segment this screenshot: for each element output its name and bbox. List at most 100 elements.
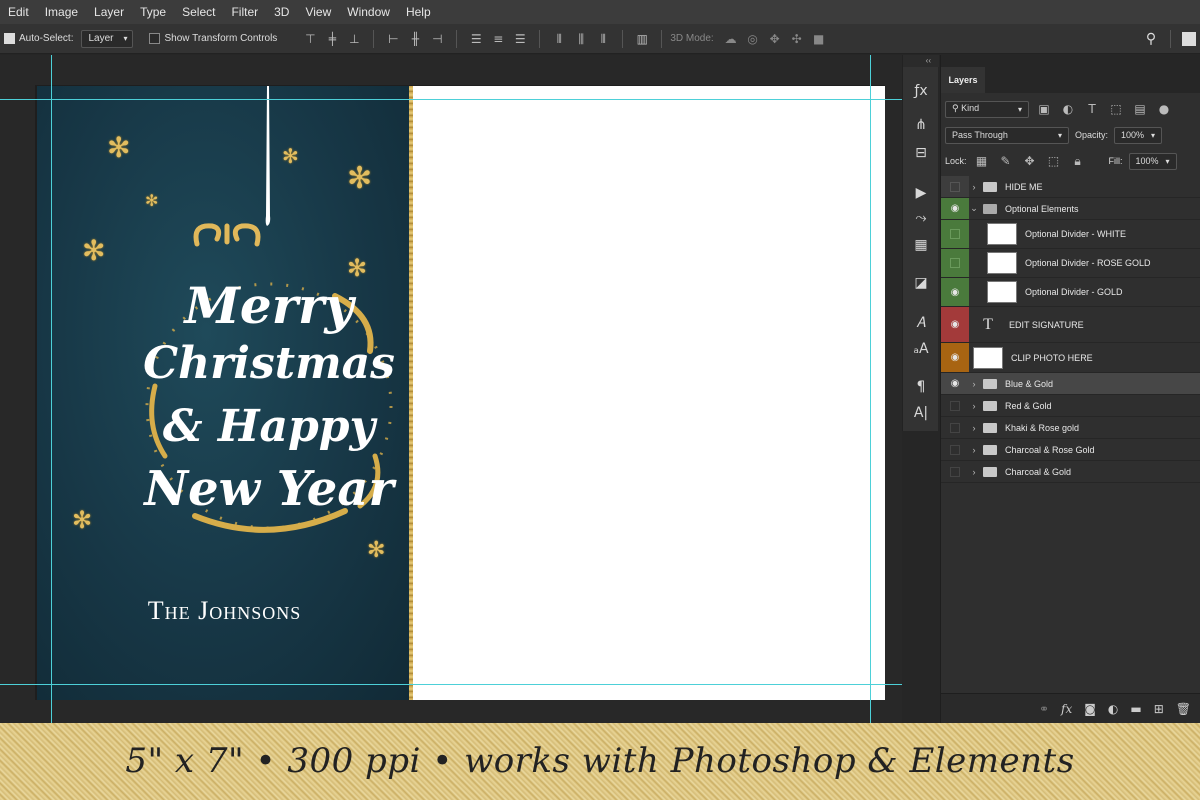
history-icon[interactable]: ⤳ [911, 208, 931, 228]
chevron-right-icon[interactable]: › [969, 401, 979, 411]
visibility-toggle[interactable] [941, 439, 969, 460]
layer-row-charcoal-rose-gold[interactable]: › Charcoal & Rose Gold [941, 439, 1200, 461]
distribute-top-icon[interactable]: ☰ [468, 31, 484, 47]
pan-3d-icon[interactable]: ✥ [767, 31, 783, 47]
character-styles-icon[interactable]: ₐA [911, 339, 931, 359]
layer-row-edit-signature[interactable]: ◉ T EDIT SIGNATURE [941, 307, 1200, 343]
card-front[interactable]: ✻ ✻ ✻ ✻ ✻ ✻ ✻ ✻ Merry Christmas & Happy … [37, 86, 412, 700]
lock-pixels-icon[interactable]: ✎ [998, 153, 1014, 169]
align-vcenter-icon[interactable]: ╪ [324, 31, 340, 47]
align-left-icon[interactable]: ⊢ [385, 31, 401, 47]
menu-3d[interactable]: 3D [266, 0, 297, 24]
brush-settings-icon[interactable]: ⋔ [911, 115, 931, 135]
auto-select-dropdown[interactable]: Layer ▾ [81, 29, 134, 48]
new-layer-icon[interactable]: ⊞ [1154, 702, 1164, 716]
search-icon[interactable]: ⚲ [1143, 31, 1159, 47]
auto-select-checkbox[interactable] [4, 33, 15, 44]
layer-row-divider-rose-gold[interactable]: Optional Divider - ROSE GOLD [941, 249, 1200, 278]
canvas-area[interactable]: ✻ ✻ ✻ ✻ ✻ ✻ ✻ ✻ Merry Christmas & Happy … [0, 55, 902, 723]
auto-align-icon[interactable]: ▥ [634, 31, 650, 47]
character-icon[interactable]: 𝐴 [911, 313, 931, 333]
menu-filter[interactable]: Filter [223, 0, 266, 24]
menu-layer[interactable]: Layer [86, 0, 132, 24]
chevron-right-icon[interactable]: › [969, 467, 979, 477]
filter-smart-object-icon[interactable]: ▤ [1132, 101, 1148, 117]
layer-row-charcoal-gold[interactable]: › Charcoal & Gold [941, 461, 1200, 483]
menu-select[interactable]: Select [174, 0, 223, 24]
visibility-toggle[interactable] [941, 417, 969, 438]
visibility-toggle[interactable] [941, 395, 969, 416]
menu-help[interactable]: Help [398, 0, 439, 24]
styles-icon[interactable]: ƒx [911, 81, 931, 101]
guide-line-vertical[interactable] [870, 55, 871, 723]
slide-3d-icon[interactable]: ✣ [789, 31, 805, 47]
lock-artboard-icon[interactable]: ⬚ [1046, 153, 1062, 169]
card-photo-area[interactable] [413, 86, 885, 700]
adjustments-icon[interactable]: ⊟ [911, 143, 931, 163]
visibility-toggle[interactable]: ◉ [941, 373, 969, 394]
guide-line-horizontal[interactable] [0, 684, 902, 685]
chevron-right-icon[interactable]: › [969, 182, 979, 192]
swatches-grid-icon[interactable]: ▦ [911, 235, 931, 255]
filter-type-icon[interactable]: T [1084, 101, 1100, 117]
align-top-icon[interactable]: ⊤ [302, 31, 318, 47]
link-layers-icon[interactable]: ⚭ [1039, 702, 1049, 716]
distribute-left-icon[interactable]: ⫴ [551, 31, 567, 47]
kind-filter-dropdown[interactable]: ⚲ Kind ▾ [945, 100, 1029, 118]
visibility-toggle[interactable] [941, 176, 969, 197]
transform-controls-checkbox[interactable] [149, 33, 161, 44]
distribute-bottom-icon[interactable]: ☰ [512, 31, 528, 47]
visibility-toggle[interactable]: ◉ [941, 198, 969, 219]
menu-view[interactable]: View [297, 0, 339, 24]
glyphs-icon[interactable]: A| [911, 403, 931, 423]
align-right-icon[interactable]: ⊣ [429, 31, 445, 47]
visibility-toggle[interactable]: ◉ [941, 343, 969, 372]
layer-row-hide-me[interactable]: › HIDE ME [941, 176, 1200, 198]
menu-window[interactable]: Window [339, 0, 398, 24]
layer-row-khaki-rose-gold[interactable]: › Khaki & Rose gold [941, 417, 1200, 439]
menu-edit[interactable]: Edit [0, 0, 37, 24]
chevron-right-icon[interactable]: › [969, 379, 979, 389]
align-bottom-icon[interactable]: ⊥ [346, 31, 362, 47]
trash-icon[interactable]: 🗑︎ [1176, 702, 1191, 716]
tab-layers[interactable]: Layers [941, 67, 985, 93]
lock-all-icon[interactable]: 🔒︎ [1070, 153, 1086, 169]
layer-row-blue-gold[interactable]: ◉ › Blue & Gold [941, 373, 1200, 395]
workspace-icon[interactable] [1182, 31, 1196, 46]
filter-shape-icon[interactable]: ⬚ [1108, 101, 1124, 117]
lock-position-icon[interactable]: ✥ [1022, 153, 1038, 169]
fill-field[interactable]: 100% ▾ [1128, 152, 1177, 170]
chevron-right-icon[interactable]: › [969, 445, 979, 455]
orbit-3d-icon[interactable]: ☁ [723, 31, 739, 47]
align-hcenter-icon[interactable]: ╫ [407, 31, 423, 47]
camera-3d-icon[interactable]: ■ [811, 31, 827, 47]
guide-line-vertical[interactable] [51, 55, 52, 723]
layer-style-icon[interactable]: fx [1061, 702, 1072, 716]
blend-mode-dropdown[interactable]: Pass Through ▾ [945, 126, 1069, 144]
actions-play-icon[interactable]: ▶ [911, 183, 931, 203]
new-adjustment-icon[interactable]: ◐ [1108, 702, 1118, 716]
visibility-toggle[interactable] [941, 461, 969, 482]
visibility-toggle[interactable]: ◉ [941, 307, 969, 342]
visibility-toggle[interactable] [941, 249, 969, 277]
distribute-right-icon[interactable]: ⫴ [595, 31, 611, 47]
roll-3d-icon[interactable]: ◎ [745, 31, 761, 47]
layer-comps-icon[interactable]: ◪ [911, 273, 931, 293]
distribute-vcenter-icon[interactable]: ≡ [490, 31, 506, 47]
layer-row-clip-photo[interactable]: ◉ CLIP PHOTO HERE [941, 343, 1200, 373]
filter-pixel-icon[interactable]: ▣ [1036, 101, 1052, 117]
visibility-toggle[interactable] [941, 220, 969, 248]
collapse-icon[interactable]: ‹‹ [903, 55, 939, 67]
add-mask-icon[interactable]: ◙ [1084, 702, 1096, 716]
visibility-toggle[interactable]: ◉ [941, 278, 969, 306]
layer-row-divider-white[interactable]: Optional Divider - WHITE [941, 220, 1200, 249]
new-group-icon[interactable]: ▬ [1130, 702, 1141, 716]
menu-type[interactable]: Type [132, 0, 174, 24]
layer-row-optional-elements[interactable]: ◉ ⌄ Optional Elements [941, 198, 1200, 220]
chevron-down-icon[interactable]: ⌄ [969, 203, 979, 214]
layer-row-divider-gold[interactable]: ◉ Optional Divider - GOLD [941, 278, 1200, 307]
menu-image[interactable]: Image [37, 0, 86, 24]
lock-transparency-icon[interactable]: ▦ [974, 153, 990, 169]
layer-row-red-gold[interactable]: › Red & Gold [941, 395, 1200, 417]
chevron-right-icon[interactable]: › [969, 423, 979, 433]
